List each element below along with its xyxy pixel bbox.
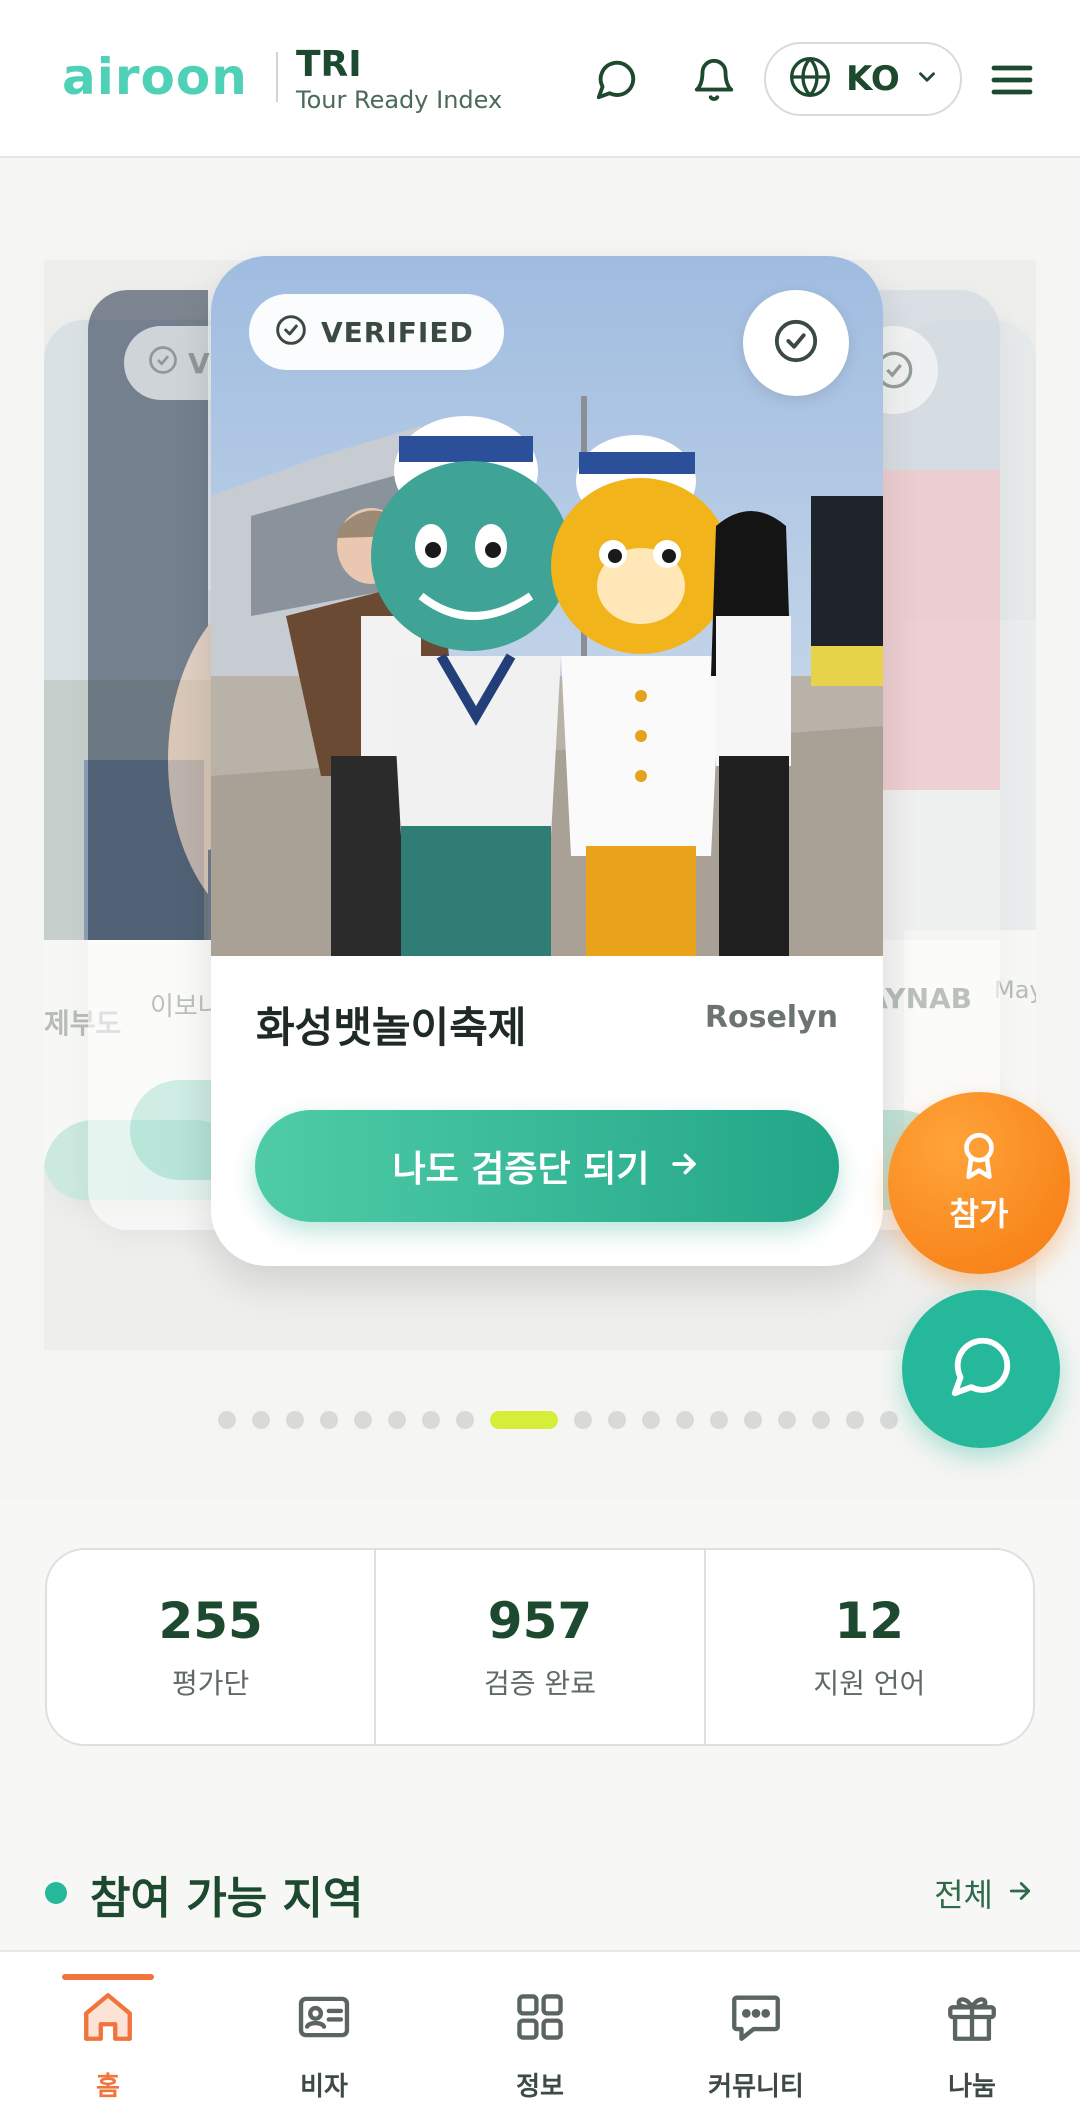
story-title: 화성뱃놀이축제	[256, 1003, 527, 1052]
airoon-logo[interactable]: airoon	[62, 48, 248, 106]
side-card-author: Mayank	[994, 976, 1036, 1004]
chevron-down-icon	[914, 64, 940, 94]
carousel-dot[interactable]	[710, 1411, 728, 1429]
carousel-dot[interactable]	[608, 1411, 626, 1429]
stat-label: 지원 언어	[813, 1667, 926, 1700]
language-label: KO	[846, 59, 900, 99]
nav-item-home[interactable]: 홈	[0, 1952, 216, 2106]
view-all-label: 전체	[934, 1876, 993, 1914]
stat-value: 255	[158, 1592, 263, 1650]
chat-icon[interactable]	[586, 50, 646, 110]
story-carousel[interactable]: 제부도 VERIFIED 이보나	[0, 160, 1080, 1500]
cta-label: 나도 검증단 되기	[392, 1149, 650, 1190]
carousel-dot[interactable]	[388, 1411, 406, 1429]
globe-icon	[788, 55, 832, 103]
nav-item-community[interactable]: 커뮤니티	[648, 1952, 864, 2106]
stat-label: 평가단	[172, 1667, 250, 1700]
stat-label: 검증 완료	[484, 1667, 596, 1700]
carousel-dot[interactable]	[846, 1411, 864, 1429]
carousel-dot[interactable]	[320, 1411, 338, 1429]
nav-label: 홈	[96, 2072, 120, 2102]
carousel-pagination[interactable]	[218, 1410, 898, 1430]
stat-evaluators: 255 평가단	[47, 1550, 377, 1744]
story-author: Roselyn	[704, 1000, 838, 1035]
grid-icon	[511, 1988, 569, 2050]
verified-badge: VERIFIED	[249, 294, 504, 370]
logo-divider	[276, 52, 278, 102]
carousel-dot[interactable]	[252, 1411, 270, 1429]
bottom-navigation: 홈 비자 정보 커뮤니티 나눔	[0, 1950, 1080, 2106]
section-bullet	[45, 1882, 67, 1904]
carousel-dot[interactable]	[456, 1411, 474, 1429]
award-icon	[954, 1131, 1004, 1185]
carousel-dot[interactable]	[880, 1411, 898, 1429]
nav-item-visa[interactable]: 비자	[216, 1952, 432, 2106]
nav-item-info[interactable]: 정보	[432, 1952, 648, 2106]
chat-icon	[946, 1332, 1016, 1406]
carousel-dot-active[interactable]	[490, 1411, 558, 1429]
stat-value: 12	[834, 1592, 905, 1650]
nav-label: 나눔	[948, 2072, 996, 2102]
verify-check-button[interactable]	[743, 290, 849, 396]
nav-label: 정보	[516, 2072, 564, 2102]
check-circle-icon	[148, 345, 178, 382]
brand-title: TRI	[296, 44, 362, 85]
message-icon	[727, 1988, 785, 2050]
chat-fab-button[interactable]	[902, 1290, 1060, 1448]
carousel-dot[interactable]	[676, 1411, 694, 1429]
stats-panel: 255 평가단 957 검증 완료 12 지원 언어	[45, 1548, 1035, 1746]
arrow-right-icon	[1005, 1876, 1035, 1910]
nav-label: 커뮤니티	[708, 2072, 804, 2102]
language-selector[interactable]: KO	[764, 42, 962, 116]
verified-label: VERIFIED	[321, 315, 474, 349]
view-all-link[interactable]: 전체	[934, 1870, 1035, 1916]
menu-icon[interactable]	[982, 50, 1042, 110]
check-circle-icon	[773, 318, 819, 368]
carousel-dot[interactable]	[744, 1411, 762, 1429]
carousel-dot[interactable]	[642, 1411, 660, 1429]
featured-story-card[interactable]: VERIFIED 화성뱃놀이축제 Roselyn 나도 검증단 되기	[211, 256, 883, 1266]
id-card-icon	[295, 1988, 353, 2050]
gift-icon	[943, 1988, 1001, 2050]
join-fab-label: 참가	[949, 1195, 1009, 1233]
brand-subtitle: Tour Ready Index	[296, 86, 503, 114]
bell-icon[interactable]	[684, 50, 744, 110]
app-header: airoon TRI Tour Ready Index KO	[0, 0, 1080, 158]
carousel-dot[interactable]	[286, 1411, 304, 1429]
stat-verified: 957 검증 완료	[376, 1550, 706, 1744]
check-circle-icon	[275, 314, 307, 350]
arrow-right-icon	[667, 1147, 701, 1185]
carousel-dot[interactable]	[574, 1411, 592, 1429]
section-title: 참여 가능 지역	[90, 1873, 364, 1924]
become-verifier-button[interactable]: 나도 검증단 되기	[255, 1110, 839, 1222]
join-fab-button[interactable]: 참가	[888, 1092, 1070, 1274]
carousel-dot[interactable]	[778, 1411, 796, 1429]
nav-active-indicator	[62, 1974, 154, 1980]
home-icon	[79, 1988, 137, 2050]
carousel-dot[interactable]	[218, 1411, 236, 1429]
carousel-dot[interactable]	[354, 1411, 372, 1429]
nav-label: 비자	[300, 2072, 348, 2102]
stat-languages: 12 지원 언어	[706, 1550, 1033, 1744]
nav-item-sharing[interactable]: 나눔	[864, 1952, 1080, 2106]
carousel-dot[interactable]	[812, 1411, 830, 1429]
carousel-dot[interactable]	[422, 1411, 440, 1429]
stat-value: 957	[487, 1592, 593, 1650]
